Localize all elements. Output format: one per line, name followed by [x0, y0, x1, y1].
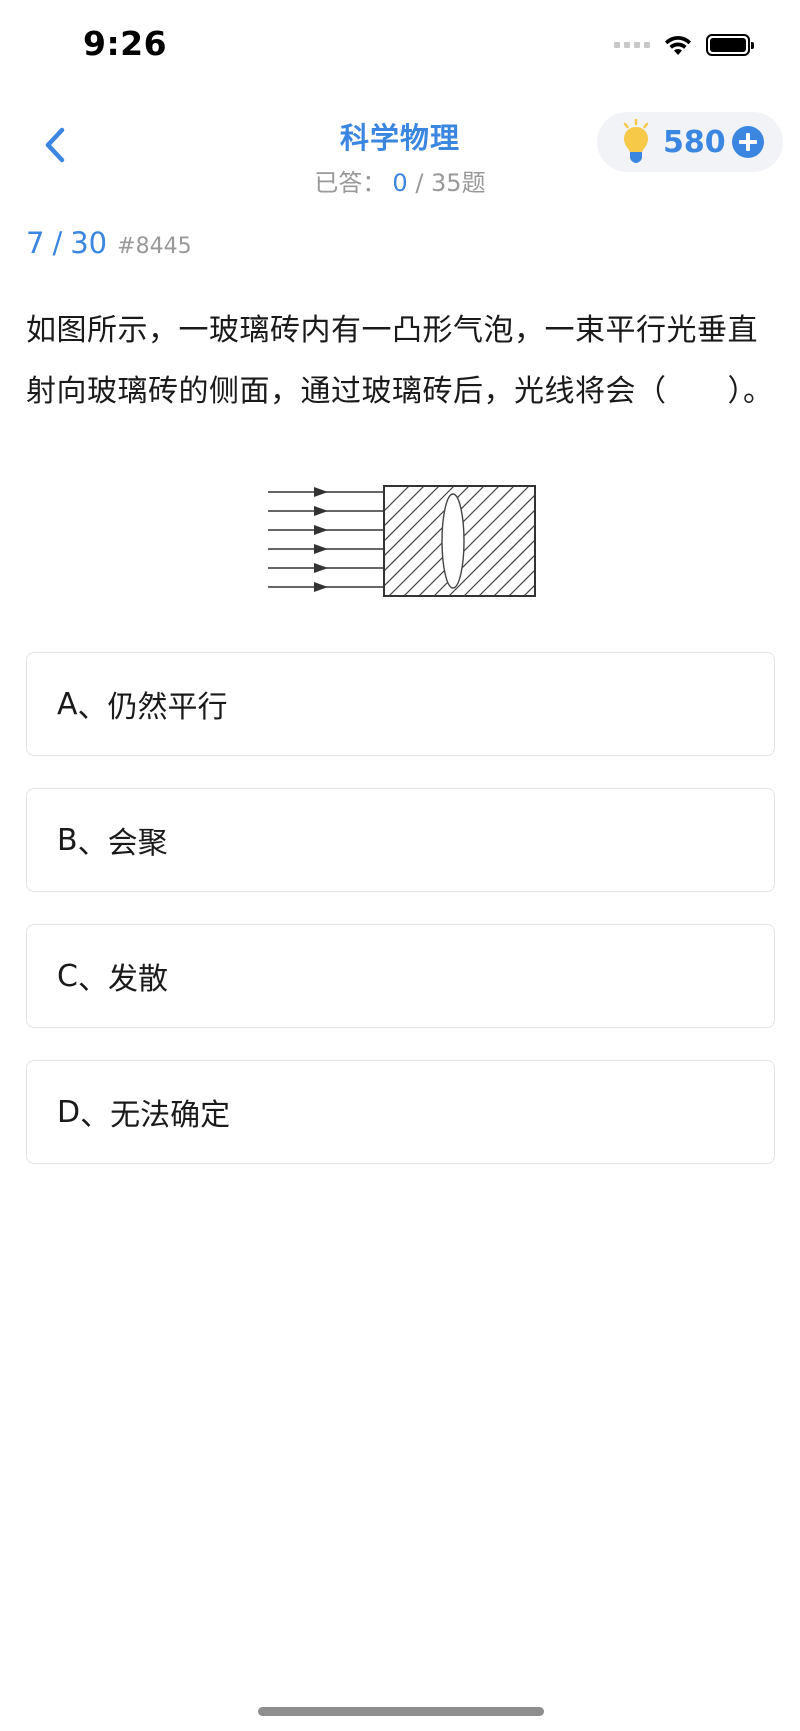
- option-c[interactable]: C、发散: [26, 924, 775, 1028]
- coins-pill[interactable]: 580: [597, 112, 783, 172]
- answered-progress: 已答： 0 / 35题: [250, 163, 550, 198]
- page-title: 科学物理: [339, 121, 460, 155]
- nav-bar: 科学物理 已答： 0 / 35题 580: [0, 100, 800, 200]
- option-text: 会聚: [107, 826, 168, 861]
- back-chevron-icon: [45, 127, 65, 163]
- nav-title-group: 科学物理 已答： 0 / 35题: [250, 115, 550, 198]
- option-letter: C: [57, 958, 78, 994]
- answered-count: 0: [392, 169, 408, 197]
- coins-value: 580: [663, 124, 726, 160]
- option-separator: 、: [80, 1098, 111, 1133]
- option-text: 无法确定: [110, 1098, 231, 1133]
- signal-icon: [614, 42, 650, 48]
- battery-icon: [706, 34, 754, 56]
- option-text: 仍然平行: [107, 690, 228, 725]
- lightbulb-icon: [623, 119, 649, 163]
- option-text: 发散: [107, 962, 168, 997]
- option-separator: 、: [77, 962, 108, 997]
- question-separator: /: [52, 226, 63, 260]
- option-letter: D: [57, 1094, 81, 1130]
- air-bubble: [441, 493, 465, 589]
- home-indicator[interactable]: [258, 1707, 544, 1716]
- question-text: 如图所示，一玻璃砖内有一凸形气泡，一束平行光垂直射向玻璃砖的侧面，通过玻璃砖后，…: [26, 313, 774, 409]
- answered-total: / 35题: [407, 169, 486, 197]
- question-id: #8445: [117, 234, 192, 259]
- status-time: 9:26: [83, 24, 168, 63]
- status-bar: 9:26: [0, 0, 800, 90]
- option-letter: B: [57, 822, 78, 858]
- status-icons: [614, 30, 754, 60]
- answer-options: A、仍然平行 B、会聚 C、发散 D、无法确定: [26, 652, 775, 1196]
- answered-label: 已答：: [314, 169, 387, 197]
- question-figure: [268, 485, 536, 597]
- wifi-icon: [665, 35, 691, 55]
- light-rays: [268, 487, 384, 592]
- option-separator: 、: [77, 826, 108, 861]
- question-progress: 7 / 30 #8445: [26, 226, 192, 260]
- glass-hatching: [384, 486, 535, 596]
- back-button[interactable]: [30, 120, 80, 170]
- question-current: 7: [26, 226, 45, 260]
- option-a[interactable]: A、仍然平行: [26, 652, 775, 756]
- add-coins-button[interactable]: [731, 126, 764, 158]
- option-separator: 、: [77, 690, 108, 725]
- option-b[interactable]: B、会聚: [26, 788, 775, 892]
- question-total: 30: [70, 226, 108, 260]
- option-letter: A: [57, 686, 78, 722]
- option-d[interactable]: D、无法确定: [26, 1060, 775, 1164]
